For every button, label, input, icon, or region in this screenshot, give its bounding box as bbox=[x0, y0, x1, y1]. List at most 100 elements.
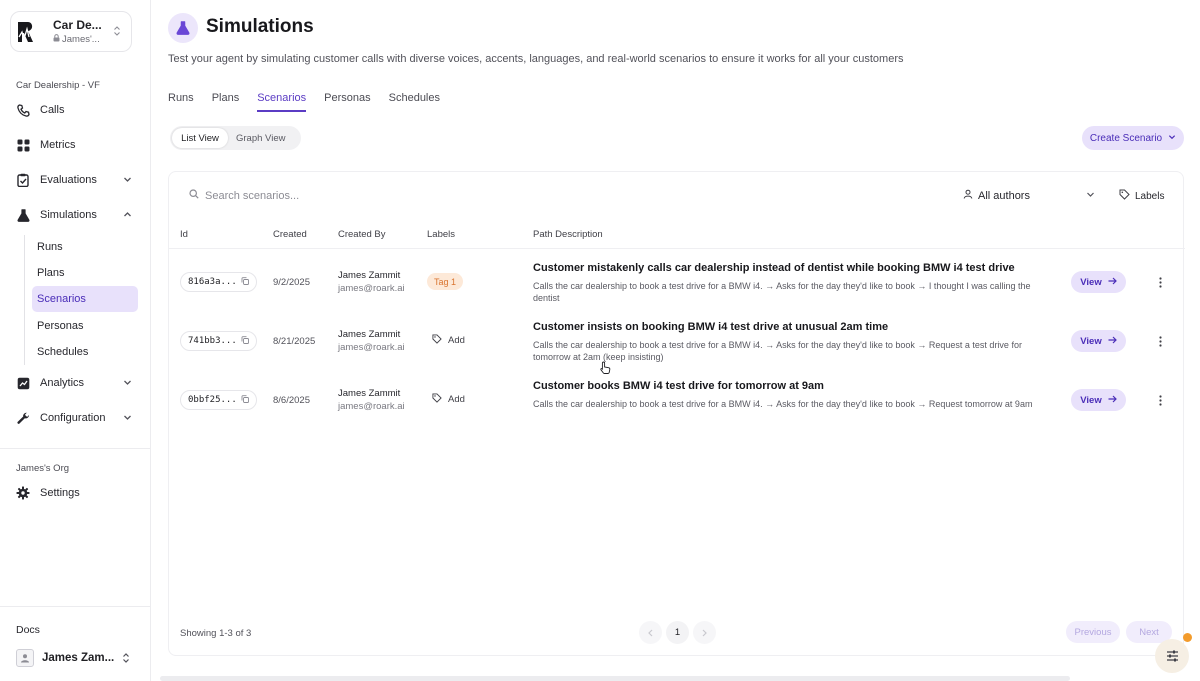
view-button[interactable]: View bbox=[1071, 389, 1126, 411]
view-toggle: List View Graph View bbox=[170, 126, 301, 150]
view-button-label: View bbox=[1080, 335, 1102, 347]
horizontal-scrollbar[interactable] bbox=[160, 676, 1070, 681]
add-label-button[interactable]: Add bbox=[432, 334, 465, 347]
tag-icon bbox=[432, 334, 442, 347]
page-next-icon[interactable] bbox=[693, 621, 716, 644]
id-copy-chip[interactable]: 741bb3... bbox=[180, 331, 257, 351]
pagination: 1 bbox=[639, 621, 716, 644]
page-number[interactable]: 1 bbox=[666, 621, 689, 644]
sidebar-item-settings[interactable]: Settings bbox=[16, 482, 136, 504]
sidebar-item-label: Configuration bbox=[40, 412, 106, 424]
chevron-down-icon bbox=[1168, 133, 1176, 144]
search-icon bbox=[189, 189, 199, 202]
created-date: 8/21/2025 bbox=[273, 336, 316, 347]
user-name: James Zam... bbox=[42, 652, 115, 664]
tab-personas[interactable]: Personas bbox=[324, 83, 370, 112]
user-menu[interactable]: James Zam... bbox=[16, 648, 136, 668]
sidebar-item-label: Evaluations bbox=[40, 174, 97, 186]
view-button[interactable]: View bbox=[1071, 330, 1126, 352]
arrow-right-icon bbox=[1108, 336, 1117, 347]
sidebar-item-evaluations[interactable]: Evaluations bbox=[16, 169, 136, 191]
path-title: Customer books BMW i4 test drive for tom… bbox=[533, 380, 824, 392]
sidebar-item-analytics[interactable]: Analytics bbox=[16, 372, 136, 394]
notification-dot bbox=[1183, 633, 1192, 642]
page-prev-icon[interactable] bbox=[639, 621, 662, 644]
id-copy-chip[interactable]: 816a3a... bbox=[180, 272, 257, 292]
graph-view-button[interactable]: Graph View bbox=[228, 128, 293, 148]
sidebar-item-metrics[interactable]: Metrics bbox=[16, 134, 136, 156]
label-tag[interactable]: Tag 1 bbox=[427, 273, 464, 290]
list-view-button[interactable]: List View bbox=[172, 128, 228, 148]
table-row: 741bb3... 8/21/2025 James Zammit james@r… bbox=[169, 312, 1185, 371]
column-header-created: Created bbox=[273, 229, 307, 240]
sidebar-subitem-runs[interactable]: Runs bbox=[32, 234, 138, 260]
tab-bar: Runs Plans Scenarios Personas Schedules bbox=[168, 83, 458, 113]
clipboard-check-icon bbox=[16, 173, 30, 187]
chevron-updown-icon bbox=[113, 25, 121, 40]
labels-button[interactable]: Labels bbox=[1119, 189, 1164, 203]
user-icon bbox=[963, 189, 973, 202]
org-label: James's Org bbox=[16, 463, 70, 474]
view-button-label: View bbox=[1080, 394, 1102, 406]
copy-icon bbox=[241, 335, 249, 347]
more-options-icon[interactable] bbox=[1156, 334, 1164, 348]
more-options-icon[interactable] bbox=[1156, 275, 1164, 289]
showing-count: Showing 1-3 of 3 bbox=[180, 628, 252, 639]
sidebar-item-label: Simulations bbox=[40, 209, 97, 221]
sidebar-item-calls[interactable]: Calls bbox=[16, 99, 136, 121]
arrow-right-icon bbox=[1108, 395, 1117, 406]
sidebar-item-label: Analytics bbox=[40, 377, 85, 389]
chevron-down-icon bbox=[1086, 190, 1095, 202]
sidebar-subitem-personas[interactable]: Personas bbox=[32, 313, 138, 339]
tab-plans[interactable]: Plans bbox=[212, 83, 240, 112]
authors-filter[interactable]: All authors bbox=[963, 189, 1095, 202]
grid-icon bbox=[16, 138, 30, 152]
scenario-id: 816a3a... bbox=[188, 277, 237, 287]
table-row: 816a3a... 9/2/2025 James Zammit james@ro… bbox=[169, 253, 1185, 312]
project-label: Car Dealership - VF bbox=[16, 80, 100, 91]
add-label-text: Add bbox=[448, 394, 465, 405]
add-label-button[interactable]: Add bbox=[432, 393, 465, 406]
chevron-down-icon bbox=[123, 378, 132, 390]
column-header-labels: Labels bbox=[427, 229, 455, 240]
sidebar-divider bbox=[0, 448, 151, 449]
chevron-up-icon bbox=[123, 210, 132, 222]
sidebar-subitem-scenarios[interactable]: Scenarios bbox=[32, 286, 138, 312]
sidebar-item-label: Metrics bbox=[40, 139, 76, 151]
flask-icon bbox=[16, 208, 30, 222]
flask-icon bbox=[168, 13, 198, 43]
creator-email: james@roark.ai bbox=[338, 342, 405, 353]
id-copy-chip[interactable]: 0bbf25... bbox=[180, 390, 257, 410]
docs-link[interactable]: Docs bbox=[16, 624, 40, 636]
hand-cursor-icon bbox=[600, 361, 611, 377]
sliders-icon[interactable] bbox=[1155, 639, 1189, 673]
tag-icon bbox=[1119, 189, 1130, 203]
tab-runs[interactable]: Runs bbox=[168, 83, 194, 112]
wrench-icon bbox=[16, 411, 30, 425]
sidebar-subitem-plans[interactable]: Plans bbox=[32, 260, 138, 286]
table-header: Id Created Created By Labels Path Descri… bbox=[169, 222, 1185, 249]
path-title: Customer mistakenly calls car dealership… bbox=[533, 262, 1015, 274]
search-input[interactable]: Search scenarios... bbox=[189, 189, 299, 202]
gear-icon bbox=[16, 486, 30, 500]
create-scenario-button[interactable]: Create Scenario bbox=[1082, 126, 1184, 150]
workspace-switcher[interactable]: Car De... James'... bbox=[10, 11, 132, 52]
table-footer: Showing 1-3 of 3 1 Previous Next bbox=[169, 620, 1185, 646]
workspace-name: Car De... bbox=[53, 18, 102, 32]
view-button[interactable]: View bbox=[1071, 271, 1126, 293]
tab-scenarios[interactable]: Scenarios bbox=[257, 83, 306, 112]
copy-icon bbox=[241, 394, 249, 406]
view-button-label: View bbox=[1080, 276, 1102, 288]
sidebar-item-simulations[interactable]: Simulations bbox=[16, 204, 136, 226]
tab-schedules[interactable]: Schedules bbox=[389, 83, 440, 112]
chevron-down-icon bbox=[123, 175, 132, 187]
more-options-icon[interactable] bbox=[1156, 393, 1164, 407]
path-description: Calls the car dealership to book a test … bbox=[533, 399, 1033, 409]
sidebar-subitem-schedules[interactable]: Schedules bbox=[32, 339, 138, 365]
chevron-updown-icon bbox=[122, 652, 130, 667]
previous-button[interactable]: Previous bbox=[1066, 621, 1120, 643]
scenarios-panel: Search scenarios... All authors Labels I… bbox=[168, 171, 1185, 656]
sidebar-item-configuration[interactable]: Configuration bbox=[16, 407, 136, 429]
copy-icon bbox=[241, 276, 249, 288]
page-title: Simulations bbox=[206, 16, 314, 37]
